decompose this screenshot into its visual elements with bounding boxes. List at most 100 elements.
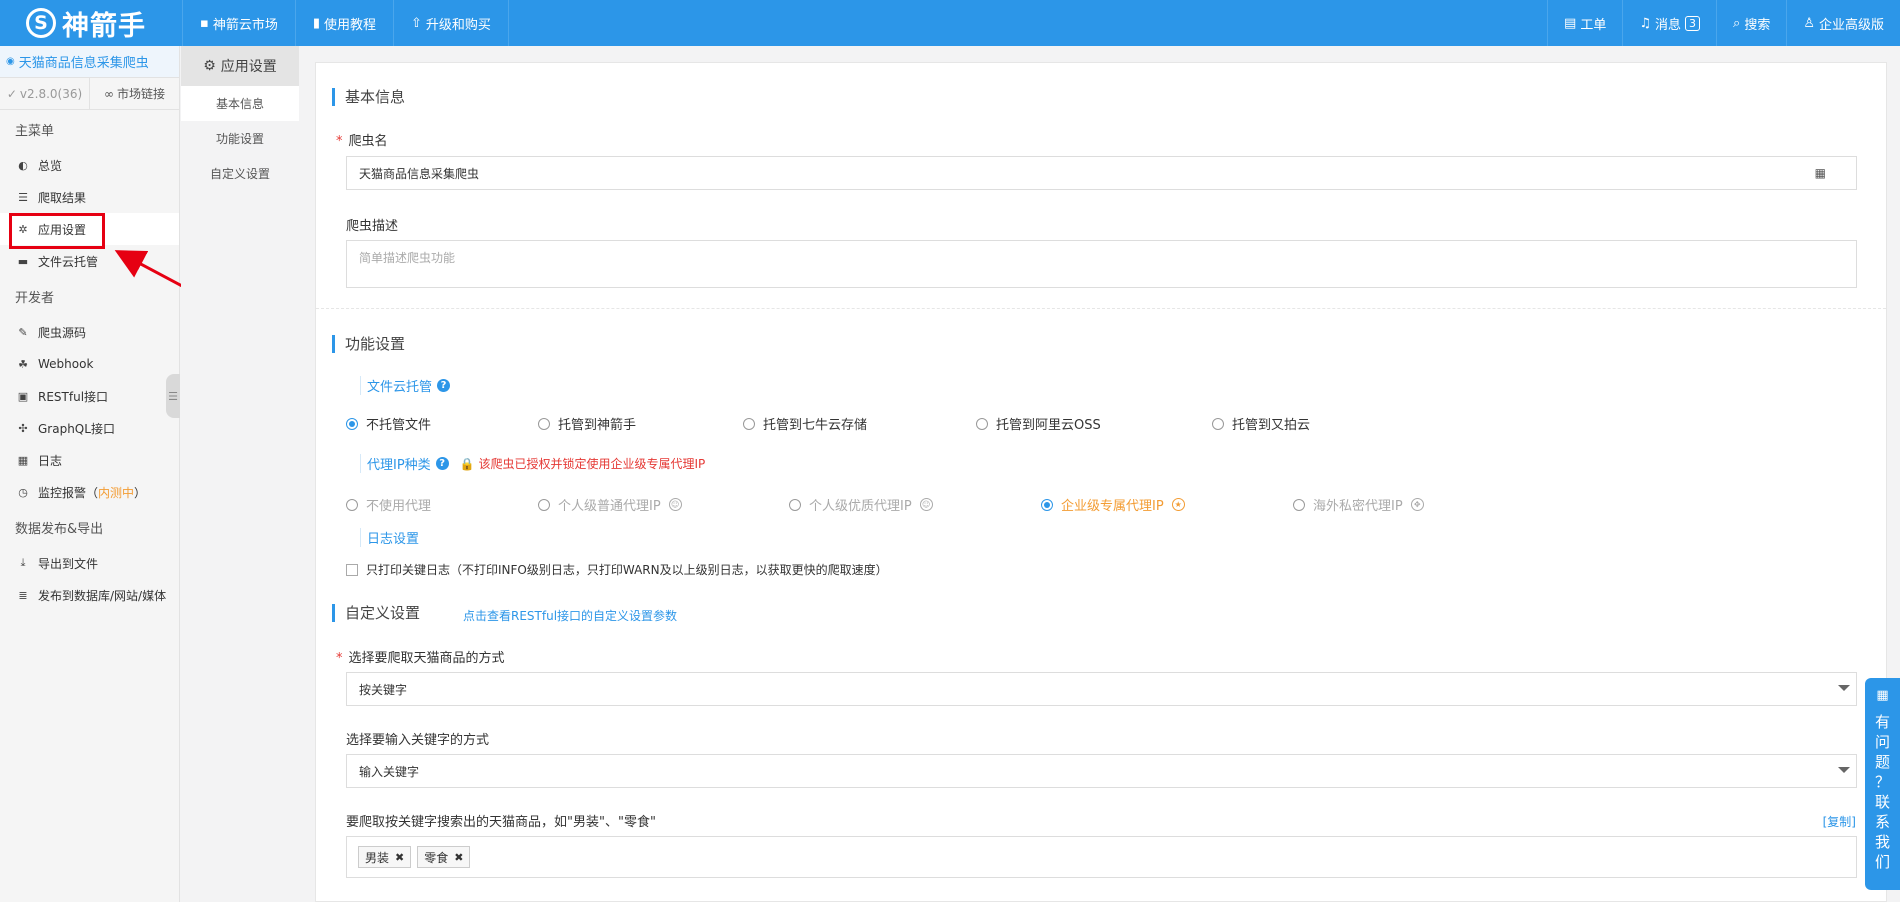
sidebar-item-monitoring[interactable]: ◷ 监控报警（内测中）: [0, 476, 179, 508]
checkbox-box: [346, 563, 358, 576]
menu-group-title: 数据发布&导出: [15, 522, 104, 537]
nav-label: 消息: [1655, 17, 1682, 33]
menu-group-title: 主菜单: [15, 124, 55, 139]
sidebar-item-label: 文件云托管: [38, 254, 99, 269]
subnav-header: ⚙ 应用设置: [181, 46, 299, 86]
app-version: ✓ v2.8.0(36): [0, 78, 90, 109]
sidebar-collapse-handle[interactable]: ☰: [166, 374, 180, 418]
sidebar-item-export-file[interactable]: ⤓ 导出到文件: [0, 547, 179, 579]
list-icon: ☰: [18, 190, 28, 204]
section-title-features: 功能设置: [332, 335, 405, 353]
checkbox-label: 只打印关键日志（不打印INFO级别日志，只打印WARN及以上级别日志，以获取更快…: [366, 563, 888, 577]
close-icon[interactable]: ✖: [395, 851, 404, 864]
feedback-button[interactable]: ▦ 有 问 题 ？ 联 系 我 们: [1865, 678, 1900, 890]
required-mark: *: [336, 651, 343, 666]
radio-hosting-qiniu[interactable]: 托管到七牛云存储: [743, 414, 867, 433]
sidebar-item-webhook[interactable]: ☘ Webhook: [0, 348, 179, 380]
nav-cloud-market[interactable]: ▪ 神箭云市场: [182, 0, 295, 46]
radio-proxy-overseas[interactable]: 海外私密代理IP ✥: [1293, 495, 1424, 514]
radio-proxy-enterprise[interactable]: 企业级专属代理IP ★: [1041, 495, 1185, 514]
calendar-icon: ▦: [17, 453, 29, 467]
globe-icon: ✥: [1410, 498, 1424, 511]
sidebar-item-label: GraphQL接口: [38, 421, 115, 436]
subnav-item-custom[interactable]: 自定义设置: [181, 156, 299, 191]
radio-hosting-upyun[interactable]: 托管到又拍云: [1212, 414, 1310, 433]
app-title[interactable]: ◉ 天猫商品信息采集爬虫: [0, 46, 179, 78]
nav-label: 使用教程: [323, 17, 376, 33]
radio-hosting-none[interactable]: 不托管文件: [346, 414, 431, 433]
keyword-input-method-label: 选择要输入关键字的方式: [346, 733, 490, 748]
sidebar-item-publish[interactable]: ≣ 发布到数据库/网站/媒体: [0, 579, 179, 611]
main-form: 基本信息 * 爬虫名 天猫商品信息采集爬虫 ▦ 爬虫描述 简单描述爬虫功能 功能设…: [315, 62, 1887, 902]
sidebar-item-label: RESTful接口: [38, 389, 109, 404]
api-icon: ▣: [17, 389, 29, 403]
alarm-clock-icon: ◷: [18, 485, 28, 499]
sidebar-item-graphql[interactable]: ✣ GraphQL接口: [0, 412, 179, 444]
menu-icon: ☰: [168, 389, 178, 403]
nav-search[interactable]: ⌕ 搜索: [1716, 0, 1786, 46]
help-icon[interactable]: ?: [437, 379, 451, 392]
bell-icon: ♫: [1639, 15, 1652, 31]
nav-label: 搜索: [1744, 17, 1771, 33]
nav-account[interactable]: ♙ 企业高级版: [1786, 0, 1900, 46]
graph-icon: ✣: [18, 421, 28, 435]
radio-dot: [743, 417, 755, 430]
radio-proxy-personal-premium[interactable]: 个人级优质代理IP ☺: [789, 495, 933, 514]
keywords-tag-input[interactable]: 男装 ✖ 零食 ✖: [346, 836, 1857, 878]
crawl-method-select[interactable]: 按关键字: [346, 672, 1857, 706]
nav-tutorial[interactable]: ▮ 使用教程: [294, 0, 393, 46]
crawler-desc-field[interactable]: 简单描述爬虫功能: [346, 240, 1857, 288]
top-bar: S 神箭手 ▪ 神箭云市场 ▮ 使用教程 ⇧ 升级和购买 ▤ 工单 ♫ 消息 3…: [0, 0, 1900, 46]
radio-proxy-none[interactable]: 不使用代理: [346, 495, 431, 514]
restful-params-link[interactable]: 点击查看RESTful接口的自定义设置参数: [463, 607, 677, 624]
radio-dot: [346, 498, 358, 511]
sidebar-item-results[interactable]: ☰ 爬取结果: [0, 181, 179, 213]
radio-dot: [538, 498, 550, 511]
market-link-text: 市场链接: [116, 87, 165, 101]
keyword-tag: 零食 ✖: [417, 846, 471, 868]
close-icon[interactable]: ✖: [454, 851, 463, 864]
nav-ticket[interactable]: ▤ 工单: [1547, 0, 1622, 46]
user-icon: ☺: [668, 498, 682, 511]
app-title-text: 天猫商品信息采集爬虫: [18, 56, 149, 71]
sidebar-item-label: 爬虫源码: [38, 325, 87, 340]
sidebar-item-source[interactable]: ✎ 爬虫源码: [0, 316, 179, 348]
radio-dot: [1041, 498, 1053, 511]
help-icon[interactable]: ?: [435, 457, 449, 470]
search-icon: ⌕: [1733, 15, 1741, 31]
sidebar-item-overview[interactable]: ◐ 总览: [0, 149, 179, 181]
check-circle-icon: ✓: [6, 86, 17, 101]
keyword-input-method-select[interactable]: 输入关键字: [346, 754, 1857, 788]
crawler-name-value: 天猫商品信息采集爬虫: [359, 166, 480, 181]
sidebar-item-file-hosting[interactable]: ▬ 文件云托管: [0, 245, 179, 277]
radio-proxy-personal-basic[interactable]: 个人级普通代理IP ☺: [538, 495, 682, 514]
logo[interactable]: S 神箭手: [26, 5, 146, 42]
market-link[interactable]: ∞ 市场链接: [90, 78, 179, 109]
nav-upgrade[interactable]: ⇧ 升级和购买: [393, 0, 509, 46]
key-log-only-checkbox[interactable]: 只打印关键日志（不打印INFO级别日志，只打印WARN及以上级别日志，以获取更快…: [346, 561, 888, 578]
chevron-down-icon: [1838, 767, 1850, 773]
crawler-desc-placeholder: 简单描述爬虫功能: [359, 251, 456, 265]
upgrade-icon: ⇧: [411, 15, 422, 31]
info-icon[interactable]: ▦: [1815, 166, 1826, 180]
copy-link[interactable]: [复制]: [1823, 813, 1856, 830]
chat-icon: ▦: [1876, 688, 1889, 703]
clipboard-icon: ▤: [1564, 15, 1577, 31]
file-hosting-label: 文件云托管?: [360, 376, 451, 395]
subnav-item-features[interactable]: 功能设置: [181, 121, 299, 156]
section-divider: [316, 308, 1886, 309]
crawl-method-value: 按关键字: [359, 682, 408, 697]
proxy-type-label: 代理IP种类? 🔒 该爬虫已授权并锁定使用企业级专属代理IP: [360, 454, 705, 473]
gear-icon: ⚙: [203, 58, 216, 74]
nav-messages[interactable]: ♫ 消息 3: [1622, 0, 1716, 46]
dashboard-icon: ◐: [18, 158, 28, 172]
top-nav: ▪ 神箭云市场 ▮ 使用教程 ⇧ 升级和购买: [182, 0, 509, 46]
subnav-item-basic[interactable]: 基本信息: [181, 86, 299, 121]
radio-hosting-aliyun[interactable]: 托管到阿里云OSS: [976, 414, 1101, 433]
sidebar-item-restful[interactable]: ▣ RESTful接口: [0, 380, 179, 412]
radio-hosting-shenjianshou[interactable]: 托管到神箭手: [538, 414, 636, 433]
crawler-name-field[interactable]: 天猫商品信息采集爬虫 ▦: [346, 156, 1857, 190]
sidebar-item-logs[interactable]: ▦ 日志: [0, 444, 179, 476]
radio-dot: [1212, 417, 1224, 430]
logo-text: 神箭手: [62, 10, 146, 42]
